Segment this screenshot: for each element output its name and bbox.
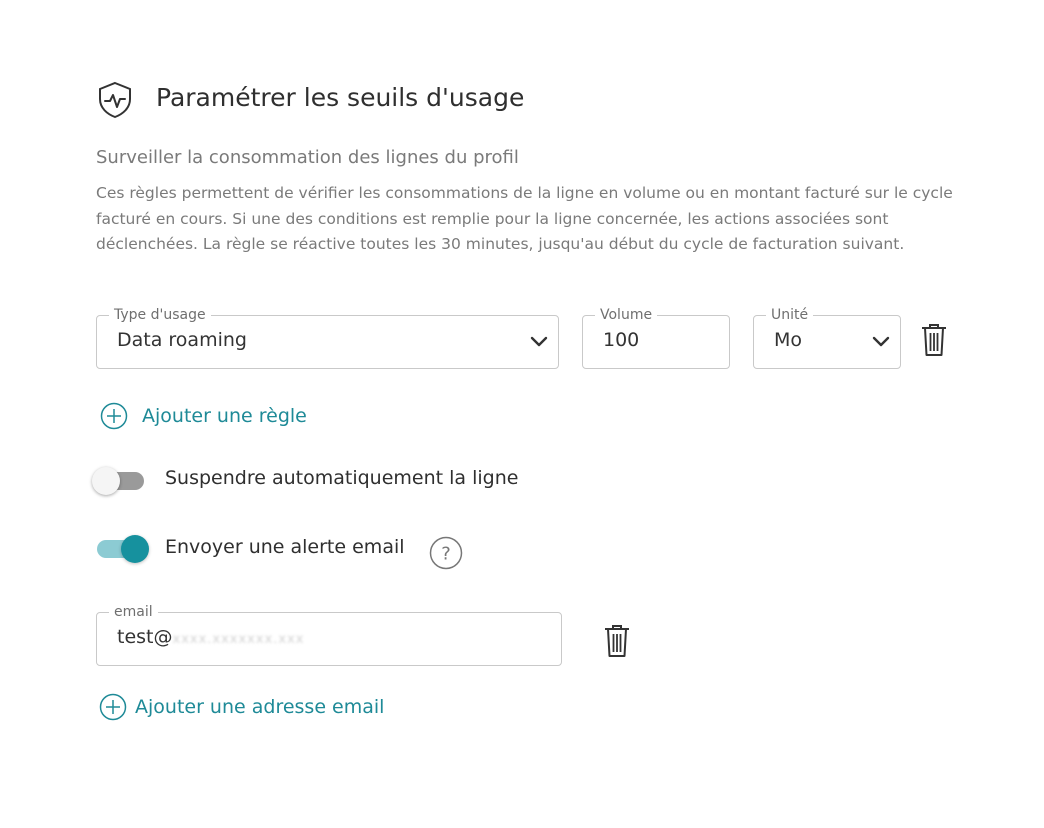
volume-input[interactable]: Volume 100 bbox=[582, 306, 730, 369]
usage-type-select[interactable]: Type d'usage Data roaming bbox=[96, 306, 559, 369]
suspend-line-label: Suspendre automatiquement la ligne bbox=[165, 467, 519, 489]
usage-type-value: Data roaming bbox=[117, 329, 247, 351]
volume-value: 100 bbox=[603, 329, 640, 351]
page-title: Paramétrer les seuils d'usage bbox=[156, 83, 525, 112]
toggle-knob bbox=[92, 467, 120, 495]
suspend-line-toggle[interactable] bbox=[92, 464, 148, 496]
plus-circle-icon bbox=[100, 402, 128, 430]
email-value-prefix: test@ bbox=[117, 626, 173, 648]
add-email-label: Ajouter une adresse email bbox=[135, 696, 385, 718]
unit-value: Mo bbox=[774, 329, 803, 351]
email-value-obscured: xxxx.xxxxxxx.xxx bbox=[172, 632, 305, 647]
delete-email-trash-icon[interactable] bbox=[602, 623, 632, 659]
email-label: email bbox=[109, 603, 158, 621]
add-rule-label: Ajouter une règle bbox=[142, 405, 307, 427]
usage-type-label: Type d'usage bbox=[109, 306, 211, 324]
email-alert-label: Envoyer une alerte email bbox=[165, 536, 405, 558]
chevron-down-icon bbox=[872, 336, 890, 347]
plus-circle-icon bbox=[99, 693, 127, 721]
unit-select[interactable]: Unité Mo bbox=[753, 306, 901, 369]
section-subtitle: Surveiller la consommation des lignes du… bbox=[96, 147, 519, 168]
email-input[interactable]: email test@xxxx.xxxxxxx.xxx bbox=[96, 603, 562, 666]
section-description: Ces règles permettent de vérifier les co… bbox=[96, 184, 953, 253]
unit-label: Unité bbox=[766, 306, 814, 324]
add-rule-button[interactable]: Ajouter une règle bbox=[100, 402, 307, 430]
help-icon[interactable]: ? bbox=[429, 536, 463, 570]
email-value: test@xxxx.xxxxxxx.xxx bbox=[117, 626, 304, 648]
svg-text:?: ? bbox=[441, 544, 451, 565]
toggle-knob bbox=[121, 535, 149, 563]
add-email-button[interactable]: Ajouter une adresse email bbox=[99, 693, 384, 721]
shield-activity-icon bbox=[99, 81, 131, 119]
email-alert-toggle[interactable] bbox=[93, 532, 149, 564]
delete-rule-trash-icon[interactable] bbox=[919, 322, 949, 358]
volume-label: Volume bbox=[595, 306, 658, 324]
chevron-down-icon bbox=[530, 336, 548, 347]
